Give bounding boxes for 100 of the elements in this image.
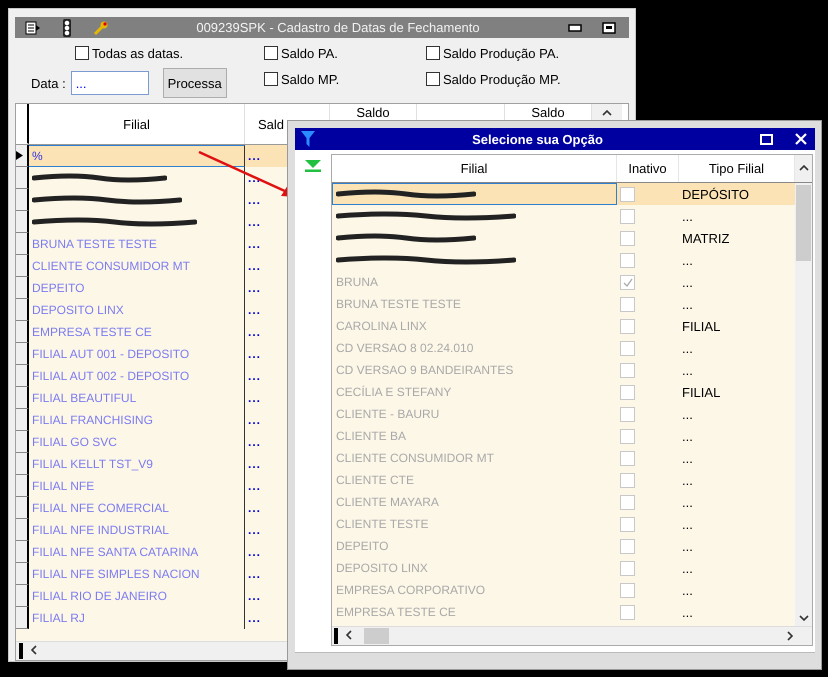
checkbox-option[interactable]: Saldo PA. — [264, 42, 426, 64]
column-header[interactable]: Filial — [29, 104, 245, 144]
cell-text: ... — [248, 259, 262, 273]
cell-text: ... — [682, 406, 693, 422]
cell-text: CLIENTE - BAURU — [336, 407, 440, 421]
cell-text: FILIAL NFE SIMPLES NACION — [32, 567, 200, 581]
vertical-scrollbar[interactable] — [795, 183, 812, 626]
row-header[interactable] — [16, 211, 29, 233]
list-icon[interactable] — [25, 20, 41, 34]
scrollbar-thumb[interactable] — [364, 628, 389, 644]
maximize-icon[interactable] — [760, 134, 773, 144]
checkbox-option[interactable]: Saldo Produção PA. — [426, 42, 626, 64]
row-header[interactable] — [16, 497, 29, 519]
cell-text: ... — [682, 450, 693, 466]
row-header[interactable] — [16, 255, 29, 277]
row-header[interactable] — [16, 321, 29, 343]
column-header[interactable]: Filial — [332, 155, 617, 182]
cell-text: BRUNA TESTE TESTE — [336, 297, 461, 311]
cell-text: FILIAL — [682, 384, 720, 400]
cell-text: EMPRESA TESTE CE — [336, 605, 456, 619]
cell-text: % — [32, 149, 43, 163]
restore-icon[interactable] — [602, 22, 616, 34]
cell-text: CAROLINA LINX — [336, 319, 427, 333]
cell-text: CLIENTE CONSUMIDOR MT — [336, 451, 494, 465]
cell-text: DEPÓSITO — [682, 186, 749, 202]
cell-text: ... — [248, 457, 262, 471]
cell-text: FILIAL GO SVC — [32, 435, 117, 449]
cell-text: ... — [248, 611, 262, 625]
cell-text: BRUNA TESTE TESTE — [32, 237, 157, 251]
row-header[interactable] — [16, 189, 29, 211]
row-header[interactable] — [16, 431, 29, 453]
cell-text: ... — [248, 237, 262, 251]
row-header[interactable] — [16, 387, 29, 409]
cell-text: ... — [248, 347, 262, 361]
check-icon — [622, 278, 632, 286]
cell-text: ... — [682, 538, 693, 554]
column-header[interactable]: Inativo — [617, 155, 679, 182]
row-header[interactable] — [16, 365, 29, 387]
date-field[interactable]: ... — [70, 71, 149, 95]
cell-text: ... — [248, 567, 262, 581]
row-header[interactable] — [16, 607, 29, 629]
cell-text: FILIAL BEAUTIFUL — [32, 391, 136, 405]
cell-text: ... — [248, 193, 262, 207]
row-header[interactable] — [16, 145, 29, 167]
row-header[interactable] — [16, 475, 29, 497]
cell-text: ... — [682, 274, 693, 290]
minimize-icon[interactable] — [568, 24, 582, 32]
cell-text: ... — [248, 545, 262, 559]
cell-text: FILIAL NFE — [32, 479, 94, 493]
process-button[interactable]: Processa — [162, 68, 227, 98]
cell-text: ... — [682, 582, 693, 598]
cell-text: FILIAL RJ — [32, 611, 85, 625]
cell-text: MATRIZ — [682, 230, 730, 246]
cell-text: ... — [682, 516, 693, 532]
cell-text: ... — [682, 472, 693, 488]
row-header[interactable] — [16, 563, 29, 585]
checkbox-option[interactable]: Saldo MP. — [264, 68, 426, 90]
cell-text: FILIAL NFE COMERCIAL — [32, 501, 169, 515]
traffic-light-icon[interactable] — [61, 18, 73, 36]
dialog-title: Selecione sua Opção — [471, 132, 604, 146]
option-row[interactable]: DEPÓSITO — [332, 183, 795, 205]
cell-text: ... — [248, 325, 262, 339]
checkbox-option[interactable]: Todas as datas. — [31, 42, 264, 64]
date-label: Data : — [31, 76, 66, 90]
cell-text: ... — [682, 340, 693, 356]
row-header[interactable] — [16, 299, 29, 321]
filter-icon[interactable] — [301, 131, 315, 147]
cell-text: ... — [248, 589, 262, 603]
cell-text: ... — [682, 252, 693, 268]
cell-text: ... — [248, 171, 262, 185]
cell-text: FILIAL AUT 001 - DEPOSITO — [32, 347, 190, 361]
cell-text: ... — [248, 303, 262, 317]
cell-text: FILIAL KELLT TST_V9 — [32, 457, 153, 471]
cell-text: ... — [248, 435, 262, 449]
cell-text: ... — [248, 501, 262, 515]
row-header[interactable] — [16, 541, 29, 563]
cell-text: ... — [682, 560, 693, 576]
window-title: 009239SPK - Cadastro de Datas de Fechamento — [195, 20, 481, 35]
row-header[interactable] — [16, 277, 29, 299]
cell-text: ... — [682, 208, 693, 224]
row-header[interactable] — [16, 343, 29, 365]
cell-text: ... — [248, 479, 262, 493]
wrench-icon[interactable] — [93, 20, 109, 36]
row-header[interactable] — [16, 409, 29, 431]
row-header[interactable] — [16, 167, 29, 189]
row-header[interactable] — [16, 519, 29, 541]
cell-text: ... — [248, 149, 262, 163]
cell-text: ... — [248, 413, 262, 427]
checkbox-option[interactable]: Saldo Produção MP. — [426, 68, 626, 90]
scrollbar-thumb[interactable] — [796, 185, 811, 261]
cell-text: CLIENTE CONSUMIDOR MT — [32, 259, 190, 273]
close-icon[interactable] — [795, 133, 807, 145]
row-header[interactable] — [16, 233, 29, 255]
row-header[interactable] — [16, 585, 29, 607]
horizontal-scrollbar[interactable] — [332, 626, 812, 645]
cell-text: ... — [248, 523, 262, 537]
cell-text: ... — [682, 494, 693, 510]
cell-text: BRUNA — [336, 275, 378, 289]
row-header[interactable] — [16, 453, 29, 475]
cell-text: ... — [248, 281, 262, 295]
